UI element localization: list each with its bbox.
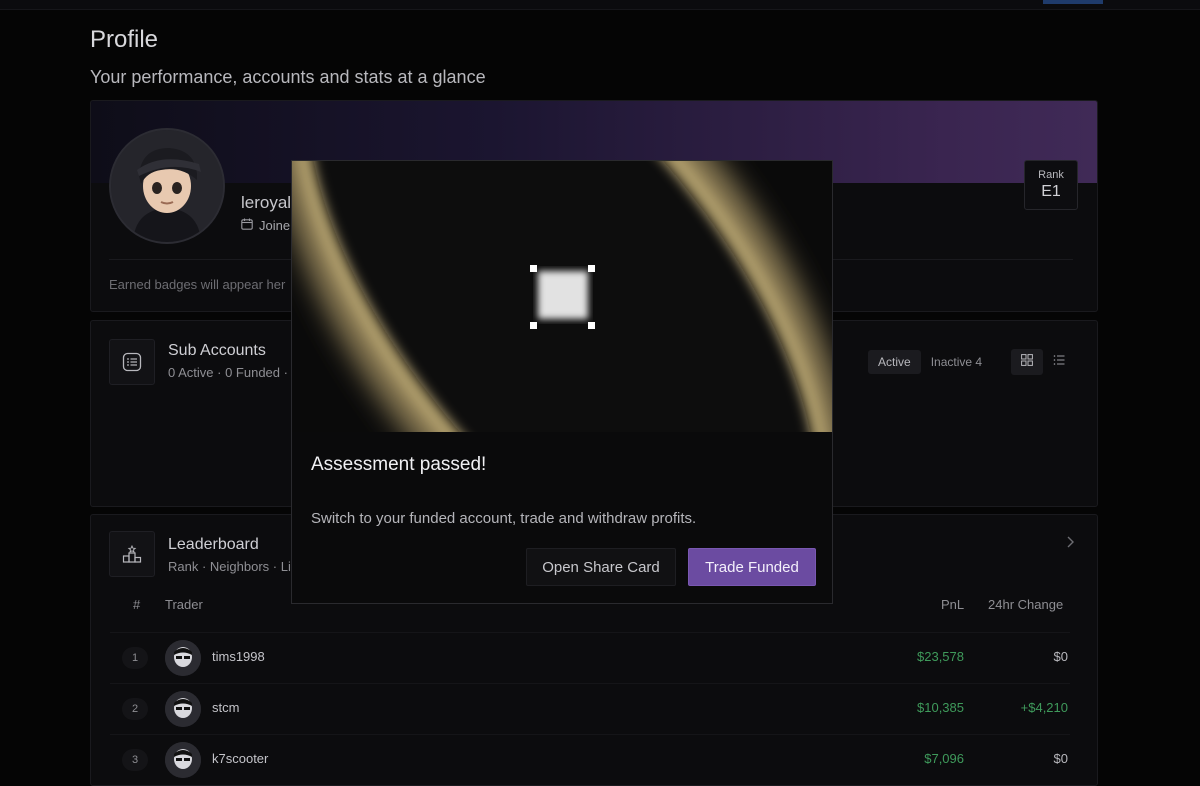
- trader-pnl: $10,385: [917, 700, 964, 715]
- assessment-passed-modal: Assessment passed! Switch to your funded…: [291, 160, 833, 604]
- list-view-button[interactable]: [1043, 349, 1075, 375]
- sub-accounts-summary: 0 Active · 0 Funded ·: [168, 365, 288, 380]
- trader-name: k7scooter: [212, 751, 269, 766]
- table-row[interactable]: 1 tims1998 $23,578 $0: [110, 632, 1070, 683]
- list-icon: [109, 339, 155, 385]
- trader-24hr-change: $0: [1053, 649, 1068, 664]
- filter-inactive-label: Inactive: [930, 355, 973, 369]
- col-24hr-change: 24hr Change: [988, 597, 1064, 612]
- col-rank: #: [133, 597, 141, 612]
- top-bar: [0, 0, 1200, 10]
- badges-note: Earned badges will appear her: [109, 277, 286, 292]
- modal-message: Switch to your funded account, trade and…: [311, 510, 697, 527]
- filter-active[interactable]: Active: [868, 350, 921, 374]
- rank-value: E1: [1041, 183, 1061, 200]
- calendar-icon: [241, 218, 253, 233]
- trader-avatar: [165, 742, 201, 778]
- joined-label: Joine: [259, 218, 291, 233]
- joined-date: Joine: [241, 218, 290, 233]
- row-rank: 2: [122, 698, 148, 720]
- grid-icon: [1021, 353, 1033, 371]
- inactive-count: 4: [975, 355, 983, 369]
- filter-inactive[interactable]: Inactive 4: [921, 350, 992, 374]
- page-title: Profile: [90, 26, 159, 53]
- trader-avatar: [165, 640, 201, 676]
- modal-title: Assessment passed!: [311, 454, 487, 475]
- trader-24hr-change: $0: [1053, 751, 1068, 766]
- top-bar-accent: [1043, 0, 1103, 4]
- row-rank: 3: [122, 749, 148, 771]
- trader-name: tims1998: [212, 649, 265, 664]
- open-share-card-button[interactable]: Open Share Card: [526, 548, 676, 586]
- leaderboard-title: Leaderboard: [168, 536, 259, 553]
- trader-pnl: $23,578: [917, 649, 964, 664]
- col-pnl: PnL: [941, 597, 965, 612]
- rank-label: Rank: [1038, 169, 1064, 181]
- rank-box: Rank E1: [1024, 160, 1078, 210]
- avatar[interactable]: [109, 128, 225, 244]
- account-status-filter: Active Inactive 4: [868, 350, 992, 374]
- table-row[interactable]: 3 k7scooter $7,096 $0: [110, 734, 1070, 785]
- profile-username: leroyal: [241, 193, 292, 212]
- modal-artwork: [292, 161, 832, 432]
- trader-24hr-change: +$4,210: [1020, 700, 1068, 715]
- table-row[interactable]: 2 stcm $10,385 +$4,210: [110, 683, 1070, 734]
- view-toggle: [1011, 349, 1075, 375]
- page-subtitle: Your performance, accounts and stats at …: [90, 67, 486, 87]
- trader-avatar: [165, 691, 201, 727]
- trade-funded-button[interactable]: Trade Funded: [688, 548, 816, 586]
- list-view-icon: [1053, 353, 1065, 371]
- sub-accounts-title: Sub Accounts: [168, 342, 266, 359]
- leaderboard-subtitle: Rank · Neighbors · Li: [168, 559, 291, 574]
- chevron-right-icon[interactable]: [1064, 535, 1076, 554]
- col-trader: Trader: [165, 597, 203, 612]
- trader-pnl: $7,096: [924, 751, 964, 766]
- podium-icon: [109, 531, 155, 577]
- row-rank: 1: [122, 647, 148, 669]
- trader-name: stcm: [212, 700, 240, 715]
- grid-view-button[interactable]: [1011, 349, 1043, 375]
